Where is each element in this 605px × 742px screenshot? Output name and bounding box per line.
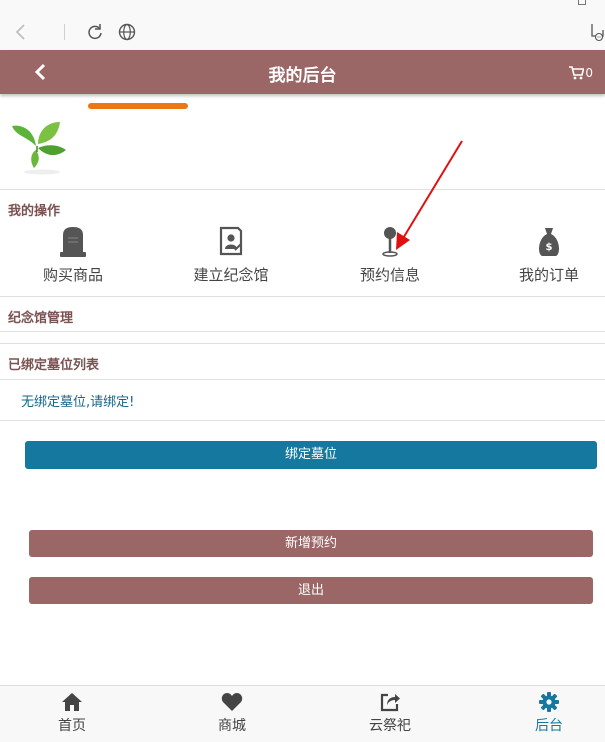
divider bbox=[0, 189, 605, 190]
page-options-icon[interactable] bbox=[590, 20, 605, 42]
divider bbox=[0, 296, 605, 297]
share-icon bbox=[380, 693, 400, 712]
logout-button[interactable]: 退出 bbox=[29, 577, 593, 604]
app-header: 我的后台 0 bbox=[0, 50, 605, 94]
heart-icon bbox=[221, 693, 243, 711]
nav-label: 云祭祀 bbox=[369, 718, 411, 734]
gear-icon bbox=[539, 692, 559, 712]
section-title-memorial[interactable]: 纪念馆管理 bbox=[8, 307, 73, 326]
nav-item-mall[interactable]: 商城 bbox=[202, 692, 262, 735]
op-label: 预约信息 bbox=[359, 266, 420, 284]
money-bag-icon: $ bbox=[539, 228, 559, 256]
window-control-icon[interactable] bbox=[578, 0, 586, 5]
home-icon bbox=[62, 693, 82, 711]
empty-message: 无绑定墓位,请绑定! bbox=[21, 395, 135, 410]
new-reservation-button[interactable]: 新增预约 bbox=[29, 530, 593, 557]
memorial-portrait-icon bbox=[219, 226, 243, 256]
toolbar-divider bbox=[64, 24, 65, 40]
divider bbox=[0, 343, 605, 344]
progress-bar bbox=[88, 103, 188, 109]
op-label: 建立纪念馆 bbox=[193, 266, 269, 284]
bottom-nav: 首页 商城 云祭祀 后台 bbox=[0, 685, 605, 742]
op-label: 购买商品 bbox=[42, 266, 103, 284]
op-my-orders[interactable]: $ 我的订单 bbox=[516, 224, 582, 285]
op-buy-goods[interactable]: 购买商品 bbox=[38, 224, 108, 285]
browser-back-icon[interactable] bbox=[10, 21, 32, 43]
nav-label: 首页 bbox=[58, 718, 86, 734]
tombstone-icon bbox=[60, 227, 86, 257]
divider bbox=[0, 379, 605, 380]
nav-item-backend[interactable]: 后台 bbox=[519, 692, 579, 735]
cart-icon bbox=[569, 66, 585, 80]
page-title: 我的后台 bbox=[268, 66, 337, 86]
nav-item-cloud-worship[interactable]: 云祭祀 bbox=[360, 692, 420, 735]
globe-icon[interactable] bbox=[116, 21, 138, 43]
cart-count: 0 bbox=[585, 66, 593, 80]
avatar[interactable] bbox=[8, 106, 70, 178]
reload-icon[interactable] bbox=[84, 21, 106, 43]
svg-text:$: $ bbox=[546, 242, 553, 253]
operations-row: 购买商品 建立纪念馆 预约信息 $ 我的订单 bbox=[0, 224, 605, 290]
cart-button[interactable]: 0 bbox=[569, 64, 593, 82]
section-title-operations: 我的操作 bbox=[8, 204, 61, 219]
divider bbox=[0, 420, 605, 421]
op-create-memorial[interactable]: 建立纪念馆 bbox=[191, 224, 271, 285]
op-reservation-info[interactable]: 预约信息 bbox=[357, 224, 423, 285]
section-title-bound-tombs: 已绑定墓位列表 bbox=[8, 358, 100, 373]
nav-label: 商城 bbox=[218, 718, 246, 734]
nav-item-home[interactable]: 首页 bbox=[42, 692, 102, 735]
op-label: 我的订单 bbox=[518, 266, 579, 284]
divider bbox=[0, 331, 605, 332]
browser-toolbar bbox=[0, 0, 605, 50]
nav-label: 后台 bbox=[535, 718, 563, 734]
bind-tomb-button[interactable]: 绑定墓位 bbox=[25, 441, 597, 469]
location-pin-icon bbox=[382, 227, 398, 257]
